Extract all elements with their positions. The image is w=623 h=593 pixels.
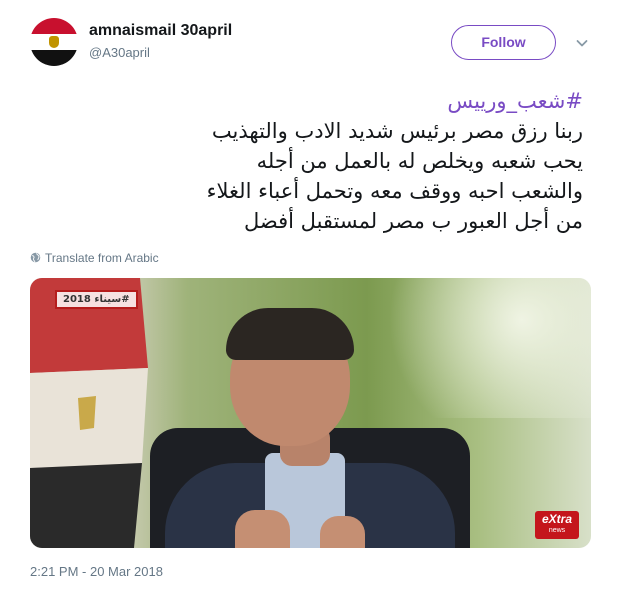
- translate-label: Translate from Arabic: [45, 251, 159, 265]
- tweet-line-4: من أجل العبور ب مصر لمستقبل أفضل: [244, 209, 583, 233]
- globe-icon: [30, 252, 41, 263]
- user-handle[interactable]: @A30april: [89, 45, 150, 60]
- chevron-down-icon[interactable]: [576, 37, 588, 49]
- tweet-line-3: والشعب احبه ووقف معه وتحمل أعباء الغلاء: [206, 179, 583, 203]
- display-name[interactable]: amnaismail 30april: [89, 22, 232, 40]
- tweet-card: amnaismail 30april @A30april Follow #شعب…: [0, 0, 623, 593]
- tweet-line-2: يحب شعبه ويخلص له بالعمل من أجله: [256, 149, 583, 173]
- background-light: [360, 278, 591, 418]
- channel-logo-main: eXtra: [541, 512, 573, 526]
- tweet-text: #شعب_ورييس ربنا رزق مصر برئيس شديد الادب…: [43, 86, 583, 236]
- hair: [226, 308, 354, 360]
- flag-black-stripe: [30, 49, 78, 66]
- channel-logo: eXtra news: [535, 511, 579, 539]
- right-hand: [320, 516, 365, 548]
- left-hand: [235, 510, 290, 548]
- translate-link[interactable]: Translate from Arabic: [30, 251, 159, 265]
- tweet-line-1: ربنا رزق مصر برئيس شديد الادب والتهذيب: [211, 119, 583, 143]
- hashtag-link[interactable]: #شعب_ورييس: [43, 86, 583, 116]
- flag-red-stripe: [30, 18, 78, 35]
- media-image[interactable]: #سيناء 2018 eXtra news: [30, 278, 591, 548]
- follow-button[interactable]: Follow: [451, 25, 556, 60]
- eagle-icon: [49, 36, 59, 48]
- video-hashtag-overlay: #سيناء 2018: [55, 290, 138, 309]
- timestamp[interactable]: 2:21 PM - 20 Mar 2018: [30, 564, 163, 579]
- avatar[interactable]: [30, 18, 78, 66]
- egypt-flag-in-video: [30, 278, 148, 548]
- channel-logo-sub: news: [548, 527, 566, 534]
